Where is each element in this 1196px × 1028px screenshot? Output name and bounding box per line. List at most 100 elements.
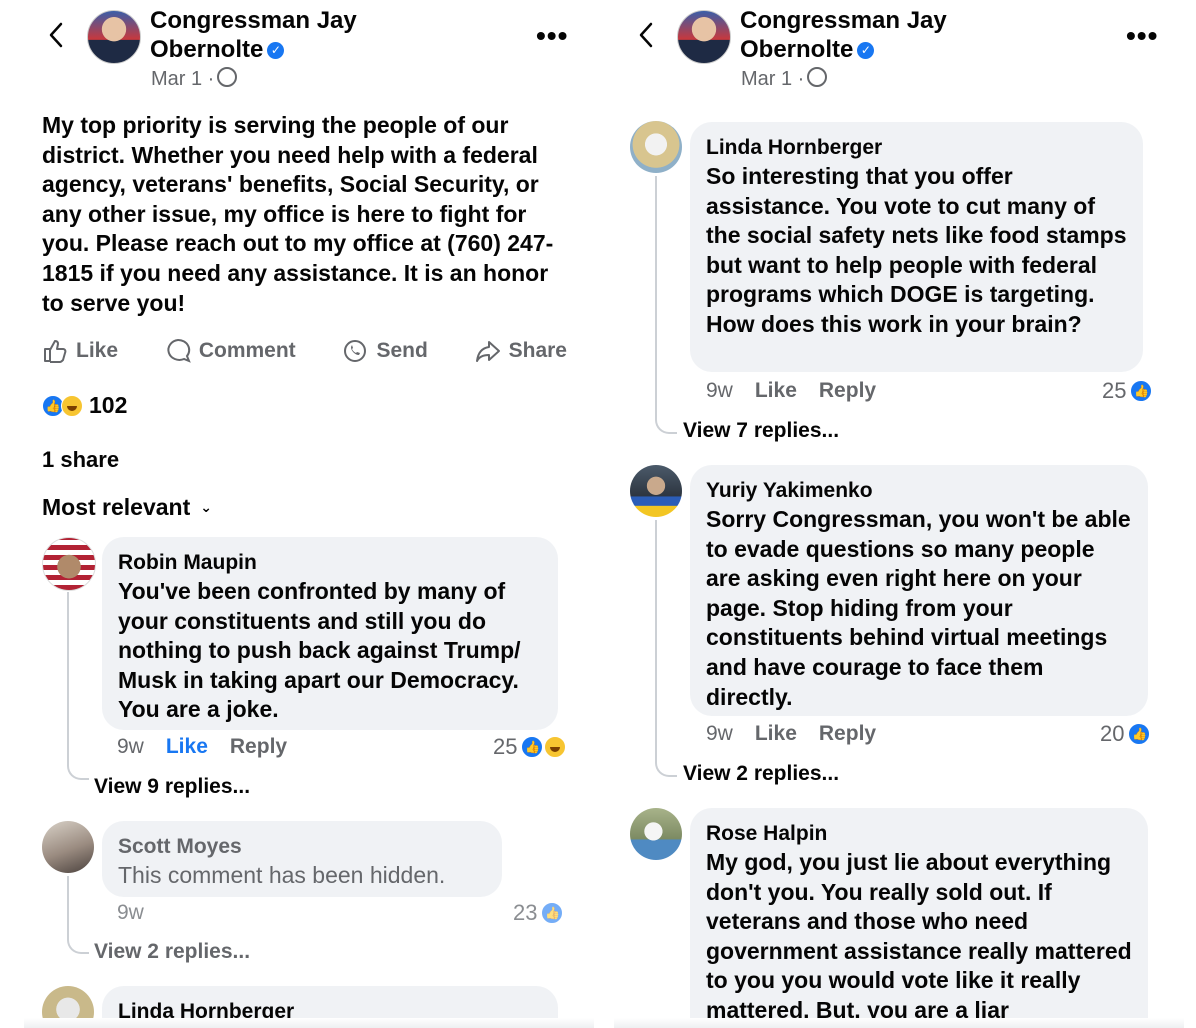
thread-line: [655, 520, 677, 777]
thread-line: [655, 176, 677, 434]
author-name-line2: Obernolte: [740, 36, 854, 63]
like-reaction-icon: 👍: [521, 736, 544, 758]
like-button[interactable]: Like: [42, 338, 118, 364]
comment-text: You've been confronted by many of your c…: [118, 578, 521, 723]
comment-reaction-count[interactable]: 25 👍: [1102, 378, 1153, 404]
comment-time[interactable]: 9w: [117, 901, 144, 925]
comment-bubble: Robin Maupin You've been confronted by m…: [102, 537, 558, 730]
more-options-icon[interactable]: •••: [1126, 20, 1158, 52]
comment-reaction-number: 25: [1102, 378, 1127, 403]
comment-reaction-count[interactable]: 23 👍: [513, 900, 564, 926]
send-label: Send: [376, 339, 428, 362]
comment-reply-button[interactable]: Reply: [819, 722, 876, 746]
commenter-name[interactable]: Scott Moyes: [118, 833, 486, 861]
comment-like-button[interactable]: Like: [755, 722, 797, 746]
author-avatar[interactable]: [677, 10, 731, 64]
comment-text: Sorry Congressman, you won't be able to …: [706, 506, 1131, 710]
like-reaction-icon: 👍: [1128, 723, 1151, 745]
share-button[interactable]: Share: [475, 338, 567, 364]
commenter-avatar[interactable]: [630, 121, 682, 173]
comment-like-button[interactable]: Like: [166, 735, 208, 759]
hidden-comment-notice: This comment has been hidden.: [118, 862, 446, 888]
comment-reply-button[interactable]: Reply: [819, 379, 876, 403]
share-label: Share: [508, 339, 567, 362]
thread-line: [67, 876, 89, 954]
comment-bubble-icon: [167, 338, 191, 363]
verified-badge-icon: ✓: [857, 42, 875, 60]
comment-bubble: Linda Hornberger So interesting that you…: [690, 122, 1143, 372]
comment-meta: 9w Like Reply: [117, 735, 287, 759]
sort-label: Most relevant: [42, 494, 191, 520]
post-meta: Mar 1 ·: [741, 67, 828, 91]
commenter-name[interactable]: Linda Hornberger: [706, 134, 1127, 162]
comment-button[interactable]: Comment: [165, 338, 296, 364]
comment-bubble: Yuriy Yakimenko Sorry Congressman, you w…: [690, 465, 1148, 716]
more-options-icon[interactable]: •••: [536, 20, 568, 52]
post-body: My top priority is serving the people of…: [42, 112, 554, 316]
comment-meta: 9w Like Reply: [706, 722, 876, 746]
post-date[interactable]: Mar 1 ·: [151, 68, 214, 90]
post-action-bar: Like Comment Send Share: [42, 338, 567, 364]
comment-like-button[interactable]: Like: [755, 379, 797, 403]
whatsapp-icon: [344, 340, 367, 362]
comment-reaction-count[interactable]: 20 👍: [1100, 721, 1151, 747]
comment-label: Comment: [198, 339, 296, 362]
view-replies-link[interactable]: View 2 replies...: [683, 762, 839, 786]
like-reaction-icon: 👍: [541, 902, 564, 924]
send-button[interactable]: Send: [342, 338, 428, 364]
left-screenshot: Congressman Jay Obernolte ✓ Mar 1 · ••• M…: [24, 0, 594, 1028]
bottom-fade: [24, 1018, 594, 1028]
view-replies-link[interactable]: View 7 replies...: [683, 419, 839, 443]
comment-meta: 9w: [117, 901, 144, 925]
comment-text: So interesting that you offer assistance…: [706, 163, 1127, 337]
commenter-name[interactable]: Robin Maupin: [118, 549, 542, 577]
back-chevron-icon[interactable]: [42, 20, 72, 50]
comment-time[interactable]: 9w: [706, 379, 733, 403]
comment-meta: 9w Like Reply: [706, 379, 876, 403]
commenter-avatar[interactable]: [630, 808, 682, 860]
view-replies-link[interactable]: View 9 replies...: [94, 775, 250, 799]
author-name[interactable]: Congressman Jay Obernolte ✓: [740, 6, 1040, 64]
haha-reaction-icon: [544, 736, 567, 758]
share-arrow-icon: [475, 341, 500, 362]
view-replies-link[interactable]: View 2 replies...: [94, 940, 250, 964]
comment-sort-dropdown[interactable]: Most relevant ⌄: [42, 494, 212, 521]
share-count[interactable]: 1 share: [42, 447, 119, 473]
post-date[interactable]: Mar 1 ·: [741, 68, 804, 90]
comment-text: My god, you just lie about everything do…: [706, 849, 1132, 1023]
reaction-summary[interactable]: 👍 102: [42, 392, 127, 419]
commenter-avatar[interactable]: [630, 465, 682, 517]
thread-line: [67, 592, 89, 780]
reaction-count: 102: [89, 392, 128, 418]
thumbs-up-icon: [44, 340, 67, 363]
like-reaction-icon: 👍: [1130, 380, 1153, 402]
comment-bubble: Scott Moyes This comment has been hidden…: [102, 821, 502, 897]
comment-time[interactable]: 9w: [706, 722, 733, 746]
globe-icon: [217, 67, 238, 87]
haha-reaction-icon: [61, 394, 83, 417]
comment-time[interactable]: 9w: [117, 735, 144, 759]
right-screenshot: Congressman Jay Obernolte ✓ Mar 1 · ••• L…: [614, 0, 1184, 1028]
author-name-line1: Congressman Jay: [740, 7, 947, 34]
globe-icon: [807, 67, 828, 87]
author-name-line1: Congressman Jay: [150, 7, 357, 34]
post-meta: Mar 1 ·: [151, 67, 238, 91]
comment-reaction-number: 20: [1100, 721, 1125, 746]
commenter-avatar[interactable]: [42, 537, 96, 591]
comment-reaction-number: 23: [513, 900, 538, 925]
like-label: Like: [76, 339, 119, 362]
comment-reaction-number: 25: [493, 734, 518, 759]
bottom-fade: [614, 1018, 1184, 1028]
verified-badge-icon: ✓: [267, 42, 285, 60]
commenter-name[interactable]: Yuriy Yakimenko: [706, 477, 1132, 505]
author-name-line2: Obernolte: [150, 36, 264, 63]
chevron-down-icon: ⌄: [200, 499, 212, 515]
comment-reaction-count[interactable]: 25 👍: [493, 734, 567, 760]
commenter-name[interactable]: Rose Halpin: [706, 820, 1132, 848]
author-name[interactable]: Congressman Jay Obernolte ✓: [150, 6, 450, 64]
commenter-avatar[interactable]: [42, 821, 94, 873]
author-avatar[interactable]: [87, 10, 141, 64]
comment-bubble: Rose Halpin My god, you just lie about e…: [690, 808, 1148, 1028]
back-chevron-icon[interactable]: [632, 20, 662, 50]
comment-reply-button[interactable]: Reply: [230, 735, 287, 759]
